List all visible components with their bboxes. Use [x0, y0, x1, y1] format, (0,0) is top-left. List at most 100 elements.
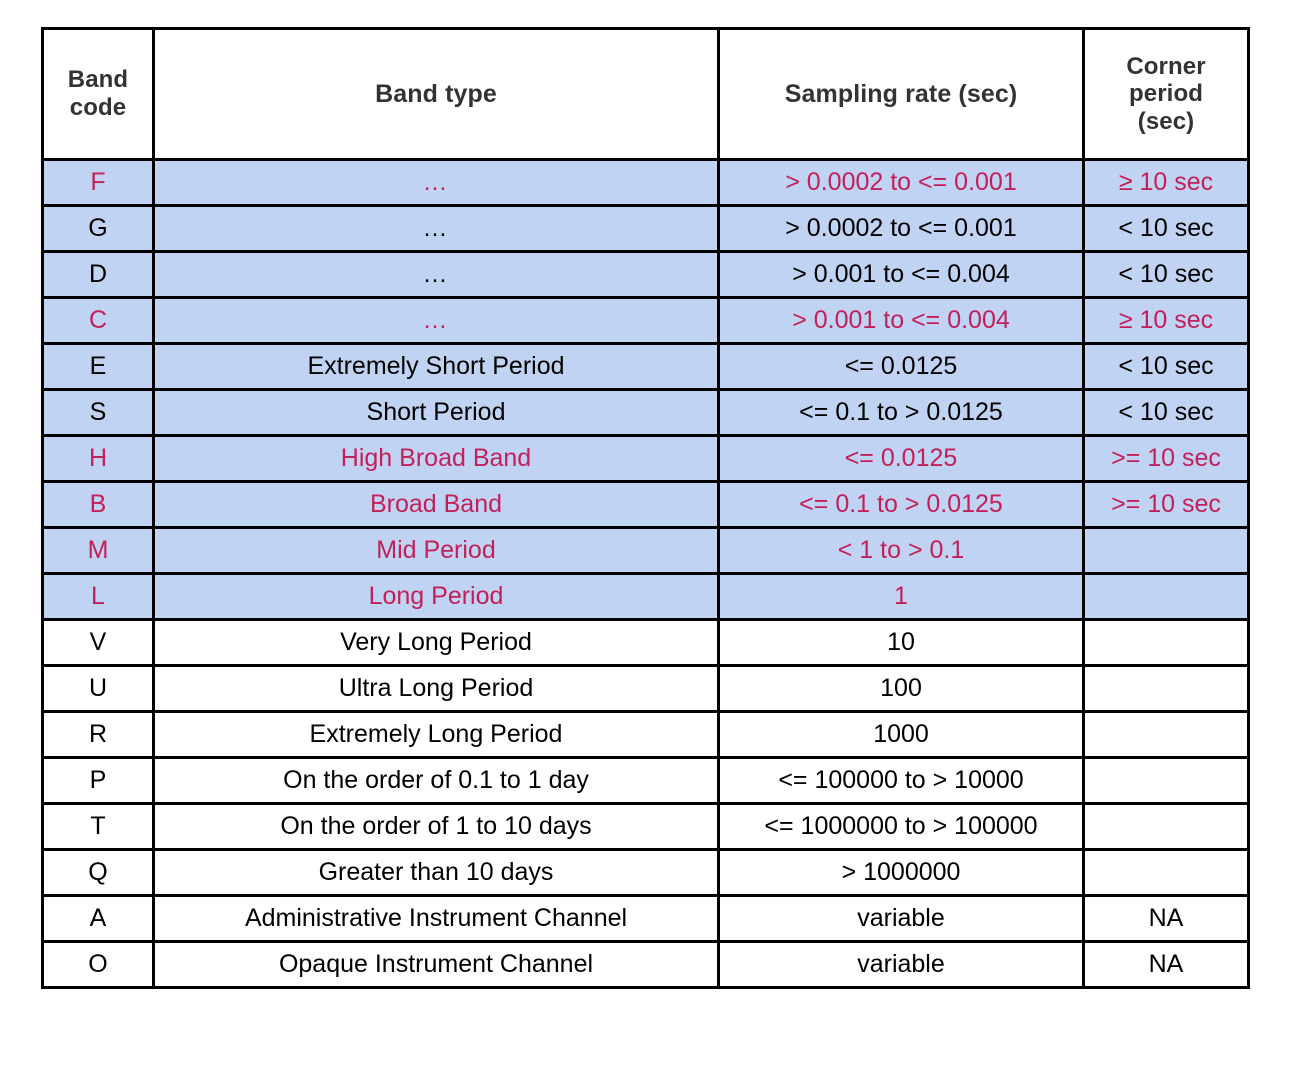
table-row: P On the order of 0.1 to 1 day <= 100000 t… — [41, 756, 1250, 805]
table-row: E Extremely Short Period <= 0.0125 < 10 sec — [41, 342, 1250, 391]
cell-band-code: B — [41, 480, 155, 529]
cell-sampling-rate: <= 0.1 to > 0.0125 — [717, 388, 1085, 437]
cell-band-code: O — [41, 940, 155, 989]
table-row: G… > 0.0002 to <= 0.001 < 10 sec — [41, 204, 1250, 253]
table-row: C… > 0.001 to <= 0.004 ≥ 10 sec — [41, 296, 1250, 345]
cell-band-code: R — [41, 710, 155, 759]
cell-sampling-rate: <= 100000 to > 10000 — [717, 756, 1085, 805]
cell-sampling-rate: 10 — [717, 618, 1085, 667]
cell-band-type: High Broad Band — [152, 434, 720, 483]
cell-sampling-rate: 1000 — [717, 710, 1085, 759]
column-header-corner-period-line2: period — [1129, 80, 1203, 108]
cell-band-code: M — [41, 526, 155, 575]
cell-band-code: U — [41, 664, 155, 713]
table-row: D… > 0.001 to <= 0.004 < 10 sec — [41, 250, 1250, 299]
cell-band-code: S — [41, 388, 155, 437]
cell-corner-period — [1082, 756, 1250, 805]
cell-band-type: Opaque Instrument Channel — [152, 940, 720, 989]
cell-band-type: Ultra Long Period — [152, 664, 720, 713]
table-row: V Very Long Period 10 — [41, 618, 1250, 667]
cell-band-code: E — [41, 342, 155, 391]
cell-sampling-rate: variable — [717, 940, 1085, 989]
table-row: A Administrative Instrument Channel variab… — [41, 894, 1250, 943]
cell-sampling-rate: > 0.001 to <= 0.004 — [717, 250, 1085, 299]
cell-sampling-rate: <= 0.0125 — [717, 342, 1085, 391]
cell-band-code: A — [41, 894, 155, 943]
table-row: U Ultra Long Period 100 — [41, 664, 1250, 713]
column-header-sampling-rate: Sampling rate (sec) — [717, 27, 1085, 161]
cell-corner-period: NA — [1082, 894, 1250, 943]
table-row: H High Broad Band <= 0.0125 >= 10 sec — [41, 434, 1250, 483]
cell-corner-period: < 10 sec — [1082, 250, 1250, 299]
header-row: Band code Band type Sampling rate (sec) … — [41, 27, 1250, 161]
cell-band-code: G — [41, 204, 155, 253]
cell-band-code: V — [41, 618, 155, 667]
column-header-corner-period: Corner period (sec) — [1082, 27, 1250, 161]
cell-band-type: Mid Period — [152, 526, 720, 575]
table-row: T On the order of 1 to 10 days <= 1000000 … — [41, 802, 1250, 851]
cell-corner-period: >= 10 sec — [1082, 434, 1250, 483]
cell-band-code: Q — [41, 848, 155, 897]
cell-corner-period — [1082, 618, 1250, 667]
cell-band-code: T — [41, 802, 155, 851]
cell-sampling-rate: > 0.0002 to <= 0.001 — [717, 158, 1085, 207]
cell-band-type: Greater than 10 days — [152, 848, 720, 897]
cell-sampling-rate: variable — [717, 894, 1085, 943]
cell-corner-period: < 10 sec — [1082, 204, 1250, 253]
cell-corner-period — [1082, 802, 1250, 851]
cell-band-code: L — [41, 572, 155, 621]
column-header-band-type: Band type — [152, 27, 720, 161]
table-row: S Short Period <= 0.1 to > 0.0125 < 10 sec — [41, 388, 1250, 437]
cell-band-type: Short Period — [152, 388, 720, 437]
column-header-corner-period-line1: Corner — [1126, 52, 1206, 80]
cell-sampling-rate: > 0.0002 to <= 0.001 — [717, 204, 1085, 253]
cell-band-type: Very Long Period — [152, 618, 720, 667]
column-header-band-code: Band code — [41, 27, 155, 161]
table-row: Q Greater than 10 days > 1000000 — [41, 848, 1250, 897]
cell-band-type: Long Period — [152, 572, 720, 621]
table-row: M Mid Period < 1 to > 0.1 — [41, 526, 1250, 575]
cell-band-type: … — [152, 158, 720, 207]
cell-band-type: Extremely Long Period — [152, 710, 720, 759]
cell-band-code: H — [41, 434, 155, 483]
cell-band-type: Extremely Short Period — [152, 342, 720, 391]
band-code-table: Band code Band type Sampling rate (sec) … — [41, 27, 1250, 989]
cell-corner-period: >= 10 sec — [1082, 480, 1250, 529]
table-row: O Opaque Instrument Channel variable NA — [41, 940, 1250, 989]
cell-band-type: On the order of 1 to 10 days — [152, 802, 720, 851]
cell-corner-period — [1082, 664, 1250, 713]
cell-band-type: Administrative Instrument Channel — [152, 894, 720, 943]
cell-corner-period — [1082, 848, 1250, 897]
cell-band-code: P — [41, 756, 155, 805]
table-row: R Extremely Long Period 1000 — [41, 710, 1250, 759]
cell-sampling-rate: 1 — [717, 572, 1085, 621]
column-header-corner-period-line3: (sec) — [1137, 107, 1195, 135]
cell-corner-period: ≥ 10 sec — [1082, 296, 1250, 345]
cell-band-type: Broad Band — [152, 480, 720, 529]
cell-corner-period — [1082, 710, 1250, 759]
cell-band-code: F — [41, 158, 155, 207]
cell-sampling-rate: <= 0.1 to > 0.0125 — [717, 480, 1085, 529]
page-root: Band code Band type Sampling rate (sec) … — [0, 0, 1292, 1079]
column-header-band-code-line1: Band — [67, 66, 129, 94]
cell-band-code: C — [41, 296, 155, 345]
cell-corner-period: NA — [1082, 940, 1250, 989]
cell-sampling-rate: > 1000000 — [717, 848, 1085, 897]
cell-sampling-rate: <= 1000000 to > 100000 — [717, 802, 1085, 851]
cell-band-type: … — [152, 296, 720, 345]
cell-sampling-rate: 100 — [717, 664, 1085, 713]
column-header-band-code-line2: code — [69, 94, 127, 121]
cell-corner-period: < 10 sec — [1082, 342, 1250, 391]
cell-corner-period — [1082, 572, 1250, 621]
table-row: B Broad Band <= 0.1 to > 0.0125 >= 10 sec — [41, 480, 1250, 529]
cell-band-type: … — [152, 250, 720, 299]
cell-band-code: D — [41, 250, 155, 299]
cell-band-type: On the order of 0.1 to 1 day — [152, 756, 720, 805]
cell-sampling-rate: < 1 to > 0.1 — [717, 526, 1085, 575]
cell-corner-period: ≥ 10 sec — [1082, 158, 1250, 207]
cell-corner-period — [1082, 526, 1250, 575]
table-row: L Long Period 1 — [41, 572, 1250, 621]
cell-sampling-rate: <= 0.0125 — [717, 434, 1085, 483]
cell-corner-period: < 10 sec — [1082, 388, 1250, 437]
table-header: Band code Band type Sampling rate (sec) … — [41, 27, 1250, 161]
